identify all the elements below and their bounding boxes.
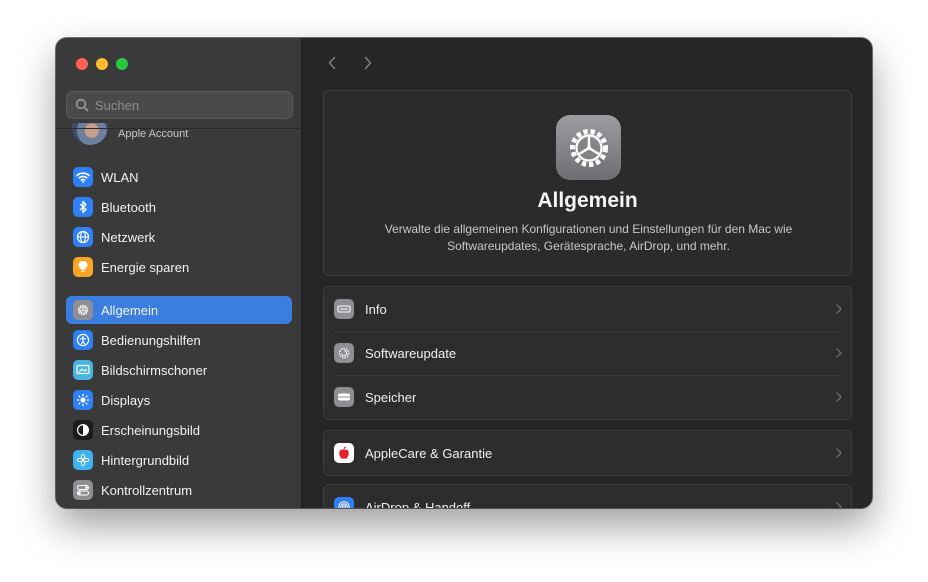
sidebar-item-hintergrundbild[interactable]: Hintergrundbild <box>66 446 292 474</box>
lightbulb-icon <box>73 257 93 277</box>
sidebar-item-label: Kontrollzentrum <box>101 482 193 498</box>
window-controls <box>76 58 128 70</box>
sidebar-item-label: WLAN <box>101 169 139 185</box>
search-field[interactable] <box>66 91 293 119</box>
minimize-window-button[interactable] <box>96 58 108 70</box>
sidebar-item-wlan[interactable]: WLAN <box>66 163 292 191</box>
sidebar-item-label: Displays <box>101 392 151 408</box>
row-label: Info <box>365 301 387 317</box>
sun-icon <box>73 390 93 410</box>
row-label: AirDrop & Handoff <box>365 499 471 509</box>
sidebar-item-allgemein[interactable]: Allgemein <box>66 296 292 324</box>
chevron-right-icon <box>827 448 851 458</box>
row-info[interactable]: Info <box>324 287 851 331</box>
sidebar-item-label: Allgemein <box>101 302 159 318</box>
wifi-icon <box>73 167 93 187</box>
sidebar-divider <box>56 128 302 129</box>
software-update-icon <box>334 343 354 363</box>
sidebar: Apple Account WLAN Bluetooth Netzwerk <box>56 38 302 508</box>
search-icon <box>75 98 89 112</box>
main-content: Allgemein Verwalte die allgemeinen Konfi… <box>303 38 872 508</box>
page-title: Allgemein <box>537 189 638 212</box>
settings-group-system: Info Softwareupdate Speicher <box>323 286 852 420</box>
chevron-left-icon <box>328 56 336 70</box>
bluetooth-icon <box>73 197 93 217</box>
row-label: AppleCare & Garantie <box>365 445 493 461</box>
row-airdrop[interactable]: AirDrop & Handoff <box>324 485 851 508</box>
chevron-right-icon <box>827 502 851 508</box>
sidebar-item-kontrollzentrum[interactable]: Kontrollzentrum <box>66 476 292 504</box>
search-input[interactable] <box>95 97 275 113</box>
chevron-right-icon <box>827 304 851 314</box>
row-label: Speicher <box>365 389 417 405</box>
airdrop-icon <box>334 497 354 508</box>
zoom-window-button[interactable] <box>116 58 128 70</box>
back-button[interactable] <box>325 55 339 71</box>
navigation-arrows <box>325 55 375 71</box>
chevron-right-icon <box>827 392 851 402</box>
forward-button[interactable] <box>361 55 375 71</box>
flower-icon <box>73 450 93 470</box>
sidebar-item-label: Netzwerk <box>101 229 156 245</box>
sidebar-item-erscheinungsbild[interactable]: Erscheinungsbild <box>66 416 292 444</box>
screensaver-icon <box>73 360 93 380</box>
settings-window: Apple Account WLAN Bluetooth Netzwerk <box>56 38 872 508</box>
sidebar-item-label: Bildschirmschoner <box>101 362 208 378</box>
sidebar-item-label: Hintergrundbild <box>101 452 190 468</box>
apple-account-label: Apple Account <box>118 128 189 140</box>
storage-icon <box>334 387 354 407</box>
accessibility-icon <box>73 330 93 350</box>
chevron-right-icon <box>364 56 372 70</box>
apple-icon <box>334 443 354 463</box>
gear-icon <box>556 115 621 180</box>
globe-icon <box>73 227 93 247</box>
sidebar-item-bluetooth[interactable]: Bluetooth <box>66 193 292 221</box>
sidebar-item-label: Erscheinungsbild <box>101 422 201 438</box>
apple-account-item[interactable]: Apple Account <box>72 123 188 145</box>
toggles-icon <box>73 480 93 500</box>
sidebar-item-label: Energie sparen <box>101 259 190 275</box>
row-speicher[interactable]: Speicher <box>324 375 851 419</box>
appearance-icon <box>73 420 93 440</box>
row-applecare[interactable]: AppleCare & Garantie <box>324 431 851 475</box>
sidebar-item-label: Bluetooth <box>101 199 156 215</box>
row-label: Softwareupdate <box>365 345 457 361</box>
chevron-right-icon <box>827 348 851 358</box>
row-softwareupdate[interactable]: Softwareupdate <box>324 331 851 375</box>
page-description: Verwalte die allgemeinen Konfigurationen… <box>384 222 793 253</box>
sidebar-item-displays[interactable]: Displays <box>66 386 292 414</box>
gear-icon <box>73 300 93 320</box>
info-laptop-icon <box>334 299 354 319</box>
settings-group-applecare: AppleCare & Garantie <box>323 430 852 476</box>
settings-group-airdrop: AirDrop & Handoff <box>323 484 852 508</box>
sidebar-item-bildschirmschoner[interactable]: Bildschirmschoner <box>66 356 292 384</box>
avatar <box>72 123 108 145</box>
close-window-button[interactable] <box>76 58 88 70</box>
sidebar-item-label: Bedienungshilfen <box>101 332 201 348</box>
general-header-card: Allgemein Verwalte die allgemeinen Konfi… <box>323 90 852 276</box>
sidebar-item-energie-sparen[interactable]: Energie sparen <box>66 253 292 281</box>
sidebar-item-bedienungshilfen[interactable]: Bedienungshilfen <box>66 326 292 354</box>
sidebar-item-netzwerk[interactable]: Netzwerk <box>66 223 292 251</box>
